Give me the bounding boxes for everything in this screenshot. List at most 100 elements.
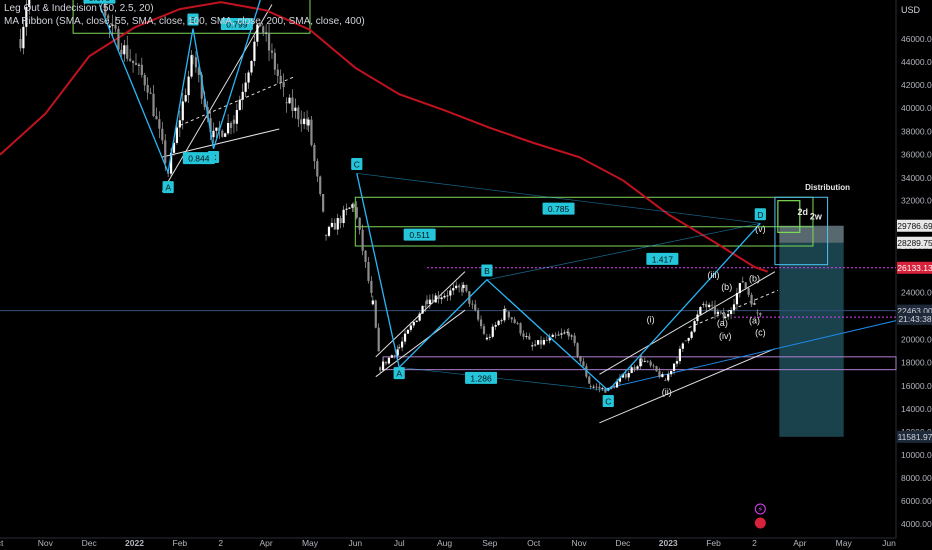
x-tick-label: Dec xyxy=(615,538,631,548)
candle-body xyxy=(567,332,570,337)
candle-body xyxy=(595,386,598,388)
candle-body xyxy=(224,133,227,137)
wave-label-text: (v) xyxy=(755,224,766,234)
candle-body xyxy=(630,367,633,374)
candle-body xyxy=(551,334,554,338)
candle-body xyxy=(678,348,682,362)
candle-body xyxy=(658,371,661,378)
x-tick-label: Oct xyxy=(527,538,541,548)
wave-label-text: 0.785 xyxy=(548,204,570,214)
candle-body xyxy=(589,386,592,387)
candle-body xyxy=(627,373,630,378)
candle-body xyxy=(513,319,516,324)
candle-body xyxy=(452,288,455,291)
currency-label: USD xyxy=(901,5,921,15)
candle-body xyxy=(570,335,573,337)
candle-body xyxy=(345,208,348,210)
indicator-legend-leg-out: Leg Out & Indecision (50, 2.5, 20) xyxy=(4,3,154,14)
candle-body xyxy=(355,207,358,218)
candle-body xyxy=(598,386,601,389)
candle-body xyxy=(415,320,418,322)
candle-body xyxy=(732,304,736,311)
candle-body xyxy=(636,366,639,369)
candle-body xyxy=(307,119,310,126)
candle-body xyxy=(729,310,733,314)
candle-body xyxy=(421,305,424,314)
candle-body xyxy=(418,313,421,321)
y-tick-label: 42000.00 xyxy=(901,80,932,90)
candle-body xyxy=(247,72,250,83)
y-tick-label: 44000.00 xyxy=(901,57,932,67)
candle-body xyxy=(131,60,135,64)
candle-body xyxy=(519,323,522,334)
candle-body xyxy=(229,123,233,128)
candle-body xyxy=(143,75,146,86)
candle-body xyxy=(184,95,187,102)
y-tick-label: 6000.00 xyxy=(901,496,932,506)
candle-body xyxy=(158,119,161,129)
candle-body xyxy=(379,367,382,371)
candle-body xyxy=(403,333,407,342)
price-chart[interactable]: 4000.006000.008000.0010000.0012000.00140… xyxy=(0,0,932,550)
wave-label-text: (c) xyxy=(755,327,766,337)
candle-body xyxy=(161,128,164,141)
candle-body xyxy=(687,337,690,341)
candle-body xyxy=(667,374,670,381)
candle-body xyxy=(374,300,377,328)
candle-body xyxy=(424,305,427,307)
candle-body xyxy=(384,361,388,364)
candle-body xyxy=(534,344,537,346)
candle-body xyxy=(215,127,218,131)
candle-body xyxy=(294,107,297,111)
price-badge-text: 26133.13 xyxy=(897,263,932,273)
candle-body xyxy=(525,336,528,338)
candle-body xyxy=(624,373,627,378)
candle-body xyxy=(474,304,477,311)
candle-body xyxy=(675,361,679,364)
candle-body xyxy=(310,119,313,145)
candle-body xyxy=(588,376,591,384)
candle-body xyxy=(123,45,126,55)
candle-body xyxy=(652,365,655,367)
candle-body xyxy=(352,204,355,208)
candle-body xyxy=(134,63,138,65)
candle-body xyxy=(471,303,474,305)
candle-body xyxy=(708,304,711,308)
wave-label-text: (i) xyxy=(647,315,655,325)
candle-body xyxy=(485,337,489,340)
price-badge-text: 29786.69 xyxy=(897,221,932,231)
candle-body xyxy=(702,303,705,305)
x-tick-label: Feb xyxy=(173,538,188,548)
candle-body xyxy=(330,222,334,227)
candle-body xyxy=(117,28,120,50)
x-tick-label: Jul xyxy=(394,538,405,548)
candle-body xyxy=(377,327,380,352)
y-tick-label: 34000.00 xyxy=(901,173,932,183)
candle-body xyxy=(479,319,483,327)
wave-label-text: 2d xyxy=(797,207,808,217)
candle-body xyxy=(409,325,412,330)
candle-body xyxy=(400,341,404,348)
y-tick-label: 38000.00 xyxy=(901,126,932,136)
wave-label-text: C xyxy=(354,160,360,170)
candle-body xyxy=(531,345,534,347)
candle-body xyxy=(497,320,500,326)
candle-body xyxy=(542,340,546,345)
wave-label-text: (a) xyxy=(717,318,728,328)
wave-label-text: (b) xyxy=(721,282,732,292)
candle-body xyxy=(327,226,331,236)
wave-label-text: 1.286 xyxy=(470,373,492,383)
candle-body xyxy=(371,300,374,305)
lightning-glyph: ⚡ xyxy=(758,505,764,514)
candle-body xyxy=(428,299,431,305)
x-tick-label: Apr xyxy=(793,538,806,548)
candle-body xyxy=(390,355,393,358)
x-tick-label: 2 xyxy=(218,538,223,548)
candle-body xyxy=(516,323,519,324)
candle-body xyxy=(319,176,322,194)
candle-body xyxy=(140,64,143,76)
candle-body xyxy=(510,317,513,320)
wave-label-text: A xyxy=(396,369,402,379)
x-tick-label: May xyxy=(302,538,319,548)
candle-body xyxy=(507,311,510,318)
